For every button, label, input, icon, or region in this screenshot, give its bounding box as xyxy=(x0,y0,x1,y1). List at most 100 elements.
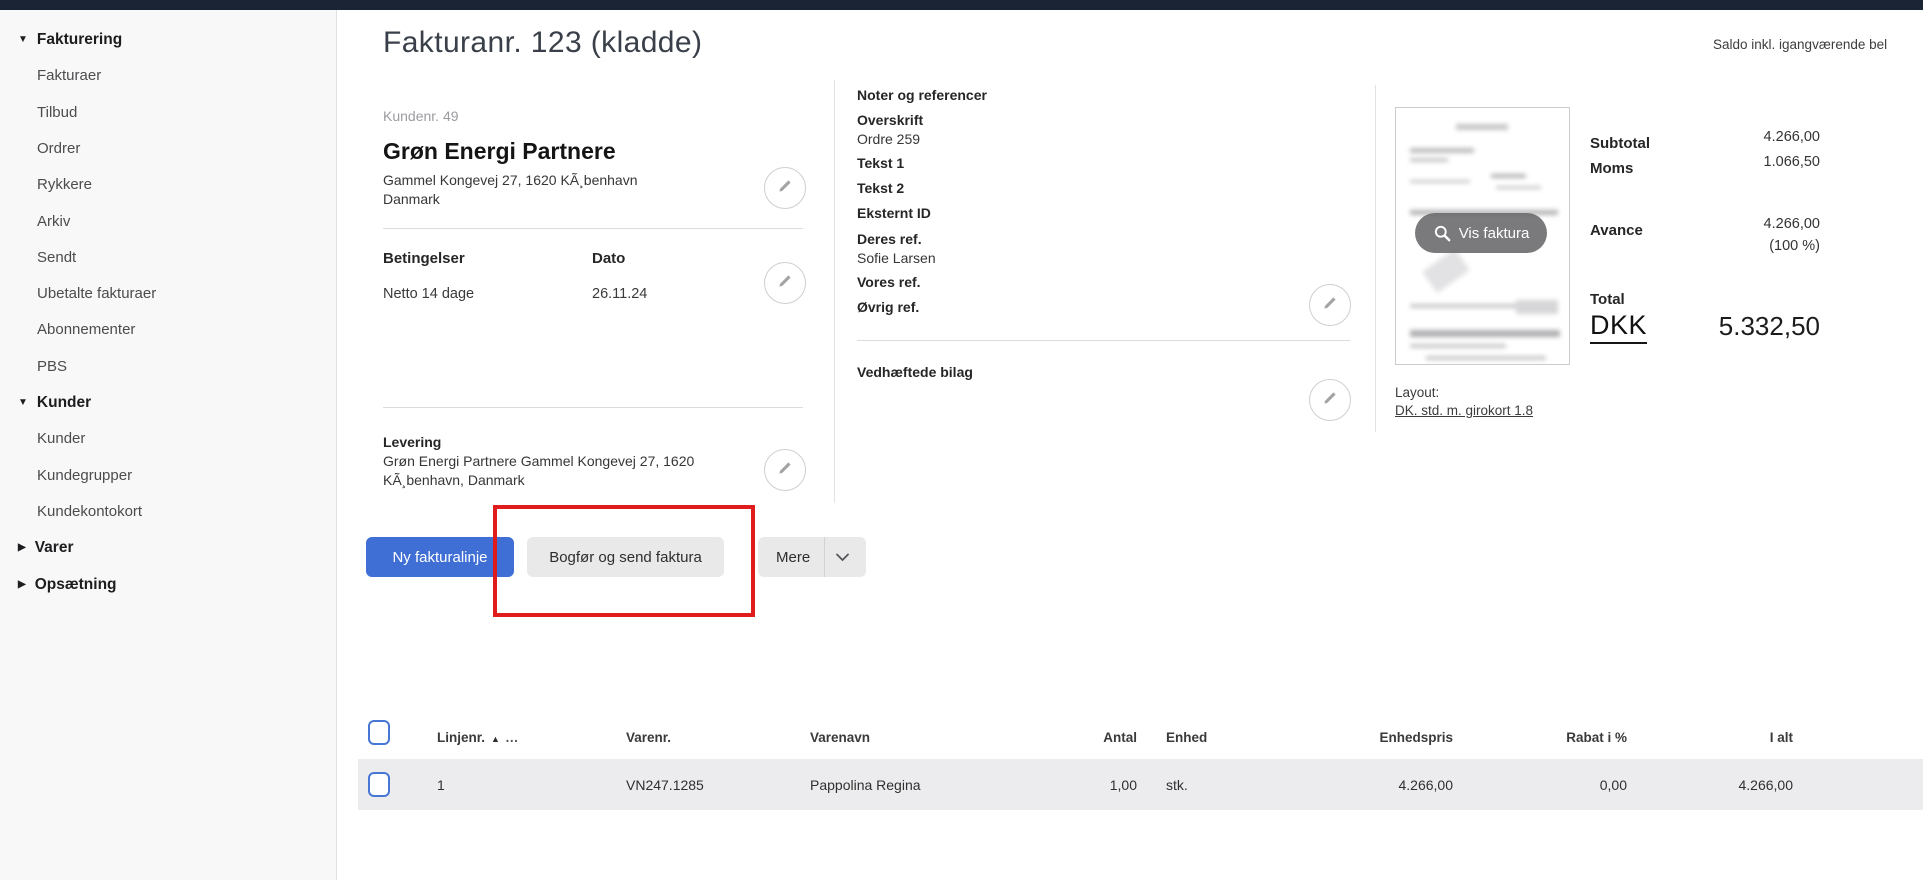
more-button-label: Mere xyxy=(776,549,810,566)
preview-blur-line xyxy=(1496,186,1541,189)
sidebar: ▼ Fakturering Fakturaer Tilbud Ordrer Ry… xyxy=(0,10,337,880)
customer-number: Kundenr. 49 xyxy=(383,108,459,124)
preview-blur-line xyxy=(1422,249,1470,293)
sidebar-item-arkiv[interactable]: Arkiv xyxy=(37,213,70,230)
field-label: Deres ref. xyxy=(857,231,922,247)
sort-ascending-icon: ▲ xyxy=(491,734,500,744)
sidebar-item-pbs[interactable]: PBS xyxy=(37,358,67,375)
customer-address: Gammel Kongevej 27, 1620 KÃ¸benhavn xyxy=(383,171,638,190)
column-divider xyxy=(834,80,835,503)
edit-terms-button[interactable] xyxy=(764,262,806,304)
vat-label: Moms xyxy=(1590,160,1633,177)
table-row[interactable]: 1 VN247.1285 Pappolina Regina 1,00 stk. … xyxy=(358,759,1923,810)
cell-varenavn: Pappolina Regina xyxy=(810,777,921,793)
preview-blur-line xyxy=(1410,180,1470,183)
terms-label: Betingelser xyxy=(383,250,465,267)
pencil-icon xyxy=(775,271,795,296)
sidebar-item-abonnementer[interactable]: Abonnementer xyxy=(37,321,135,338)
view-invoice-button[interactable]: Vis faktura xyxy=(1415,213,1547,253)
sidebar-section-label: Varer xyxy=(35,539,74,557)
sidebar-item-tilbud[interactable]: Tilbud xyxy=(37,104,77,121)
chevron-down-icon[interactable] xyxy=(825,553,859,562)
sidebar-item-kundegrupper[interactable]: Kundegrupper xyxy=(37,467,132,484)
post-and-send-invoice-button[interactable]: Bogfør og send faktura xyxy=(527,537,724,577)
sidebar-item-kunder[interactable]: Kunder xyxy=(37,430,85,447)
section-divider xyxy=(857,340,1350,341)
pencil-icon xyxy=(1320,293,1340,318)
invoice-draft-page: ▼ Fakturering Fakturaer Tilbud Ordrer Ry… xyxy=(0,0,1923,880)
preview-blur-line xyxy=(1410,158,1448,162)
column-menu-icon[interactable]: … xyxy=(505,730,519,745)
view-invoice-label: Vis faktura xyxy=(1459,225,1530,242)
pencil-icon xyxy=(775,176,795,201)
row-select-checkbox[interactable] xyxy=(368,772,390,797)
table-header-varenavn[interactable]: Varenavn xyxy=(810,730,870,745)
page-title: Fakturanr. 123 (kladde) xyxy=(383,26,702,60)
sidebar-section-fakturering[interactable]: ▼ Fakturering xyxy=(18,31,122,49)
table-header-rabat[interactable]: Rabat i % xyxy=(1470,730,1627,745)
customer-name: Grøn Energi Partnere xyxy=(383,138,616,165)
attachments-label: Vedhæftede bilag xyxy=(857,364,973,380)
table-header-enhed[interactable]: Enhed xyxy=(1166,730,1207,745)
field-label: Eksternt ID xyxy=(857,205,931,221)
sidebar-item-ubetalte-fakturaer[interactable]: Ubetalte fakturaer xyxy=(37,285,156,302)
header-label: Linjenr. xyxy=(437,730,485,745)
preview-blur-line xyxy=(1410,304,1520,308)
new-invoice-line-button[interactable]: Ny fakturalinje xyxy=(366,537,514,577)
cell-linjenr: 1 xyxy=(437,777,445,793)
vat-value: 1.066,50 xyxy=(1650,154,1820,170)
subtotal-value: 4.266,00 xyxy=(1650,129,1820,145)
currency-code[interactable]: DKK xyxy=(1590,310,1647,344)
cell-ialt: 4.266,00 xyxy=(1633,777,1793,793)
field-value: Sofie Larsen xyxy=(857,249,936,268)
pencil-icon xyxy=(1320,388,1340,413)
sidebar-section-kunder[interactable]: ▼ Kunder xyxy=(18,394,91,412)
cell-antal: 1,00 xyxy=(1022,777,1137,793)
sidebar-section-opsaetning[interactable]: ▶ Opsætning xyxy=(18,576,117,594)
table-header-varenr[interactable]: Varenr. xyxy=(626,730,671,745)
saldo-note: Saldo inkl. igangværende bel xyxy=(1713,37,1923,52)
preview-blur-line xyxy=(1456,124,1508,130)
top-bar xyxy=(0,0,1923,10)
edit-notes-button[interactable] xyxy=(1309,284,1351,326)
cell-enhed: stk. xyxy=(1166,777,1188,793)
chevron-down-icon: ▼ xyxy=(18,35,28,45)
layout-link[interactable]: DK. std. m. girokort 1.8 xyxy=(1395,403,1533,418)
margin-value: 4.266,00 xyxy=(1650,216,1820,232)
column-divider xyxy=(1375,85,1376,432)
select-all-checkbox[interactable] xyxy=(368,720,390,745)
section-divider xyxy=(383,407,803,408)
date-label: Dato xyxy=(592,250,625,267)
field-label: Tekst 2 xyxy=(857,180,904,196)
chevron-down-icon: ▼ xyxy=(18,398,28,408)
field-label: Overskrift xyxy=(857,112,923,128)
chevron-right-icon: ▶ xyxy=(18,543,26,553)
table-header-linjenr[interactable]: Linjenr. ▲ … xyxy=(437,730,518,745)
field-value: Ordre 259 xyxy=(857,130,920,149)
edit-delivery-button[interactable] xyxy=(764,449,806,491)
table-header-ialt[interactable]: I alt xyxy=(1633,730,1793,745)
sidebar-item-fakturaer[interactable]: Fakturaer xyxy=(37,67,101,84)
edit-attachments-button[interactable] xyxy=(1309,379,1351,421)
total-value: 5.332,50 xyxy=(1650,311,1820,342)
sidebar-item-ordrer[interactable]: Ordrer xyxy=(37,140,80,157)
section-divider xyxy=(383,228,803,229)
preview-blur-line xyxy=(1410,148,1474,153)
sidebar-section-varer[interactable]: ▶ Varer xyxy=(18,539,74,557)
subtotal-label: Subtotal xyxy=(1590,135,1650,152)
more-button[interactable]: Mere xyxy=(758,537,866,577)
terms-value: Netto 14 dage xyxy=(383,286,474,302)
margin-label: Avance xyxy=(1590,222,1643,239)
edit-customer-button[interactable] xyxy=(764,167,806,209)
sidebar-item-sendt[interactable]: Sendt xyxy=(37,249,76,266)
preview-blur-line xyxy=(1410,344,1506,348)
table-header-antal[interactable]: Antal xyxy=(1022,730,1137,745)
magnifier-icon xyxy=(1433,224,1452,243)
margin-percent: (100 %) xyxy=(1650,238,1820,254)
table-header-enhedspris[interactable]: Enhedspris xyxy=(1300,730,1453,745)
sidebar-item-kundekontokort[interactable]: Kundekontokort xyxy=(37,503,142,520)
sidebar-item-rykkere[interactable]: Rykkere xyxy=(37,176,92,193)
preview-blur-line xyxy=(1516,300,1558,314)
pencil-icon xyxy=(775,458,795,483)
field-label: Tekst 1 xyxy=(857,155,904,171)
